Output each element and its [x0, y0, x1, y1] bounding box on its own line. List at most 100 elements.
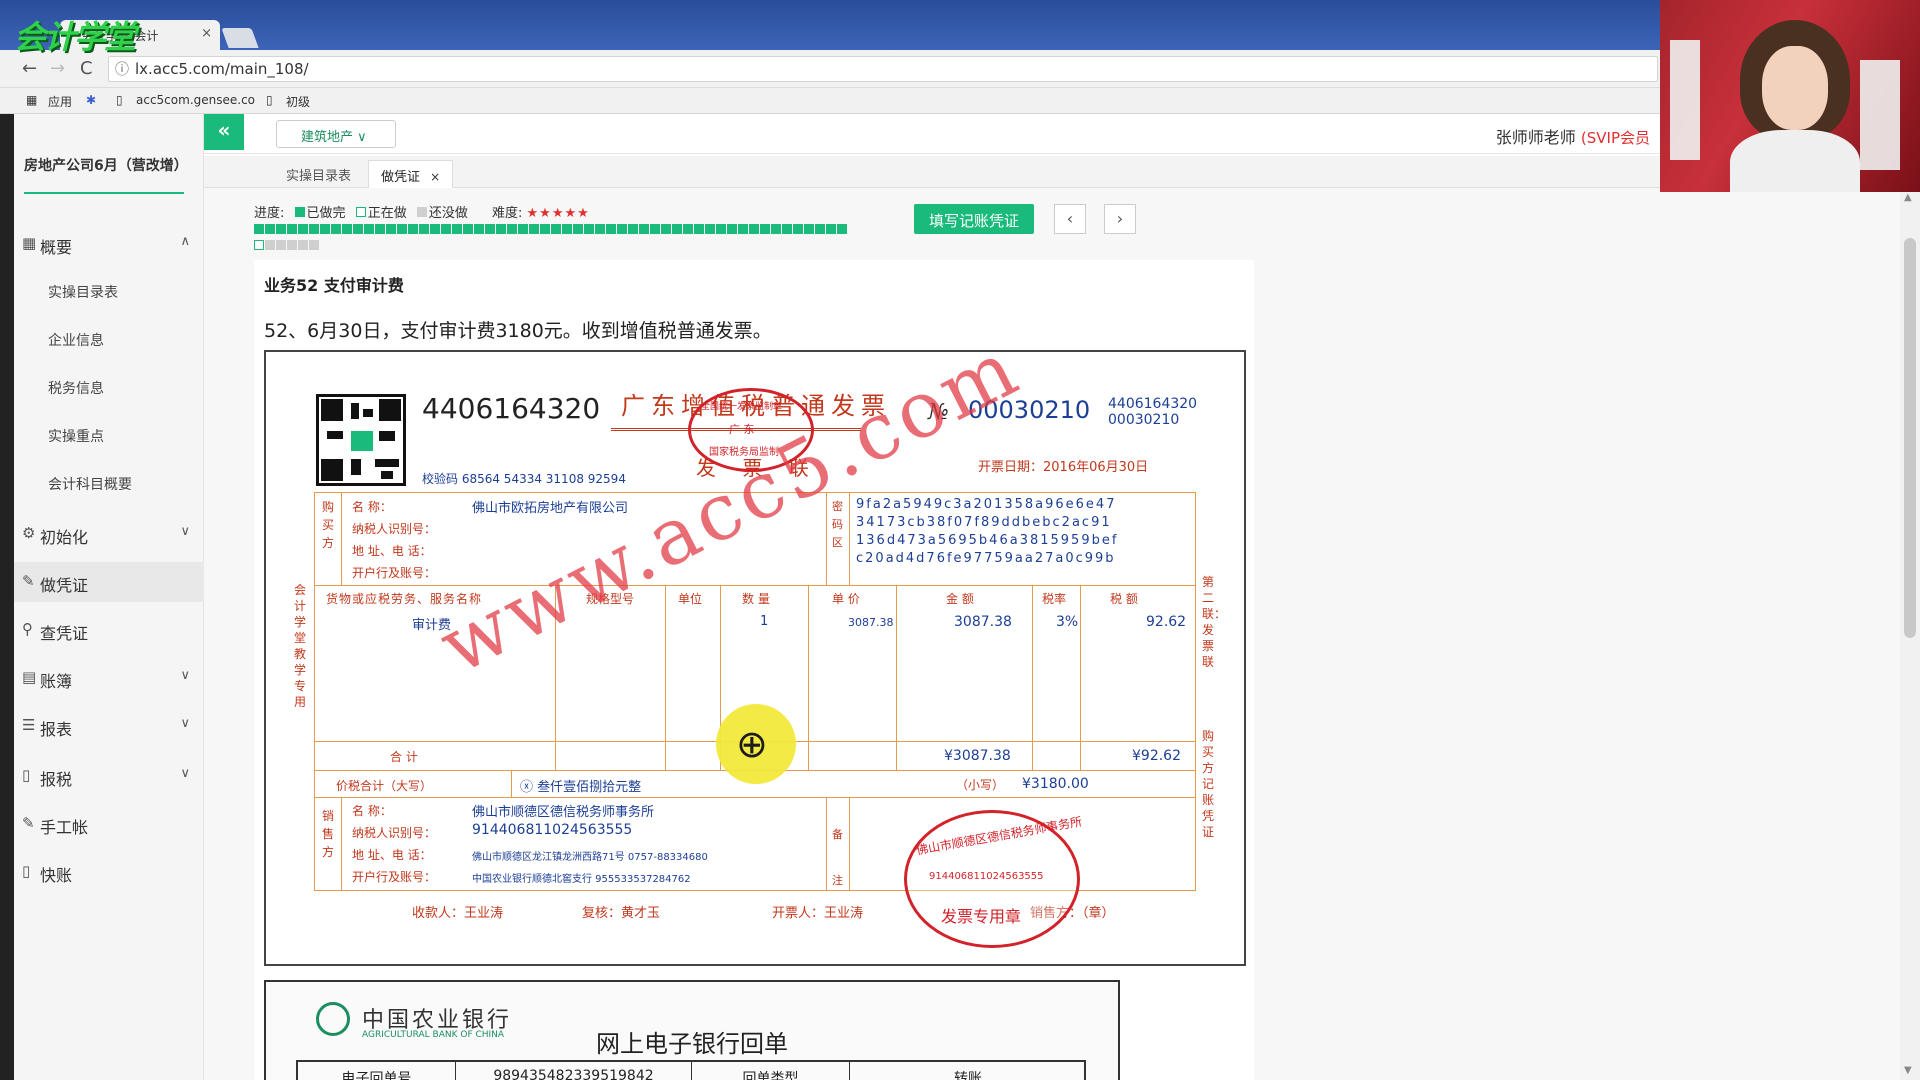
fill-voucher-button[interactable]: 填写记账凭证 [914, 204, 1034, 234]
submenu-company-info[interactable]: 企业信息 [14, 318, 204, 358]
bank-receipt-table: 电子回单号 989435482339519842 回单类型 转账 [296, 1060, 1086, 1080]
menu-item-ledger[interactable]: ▤ 账簿 ∨ [14, 658, 204, 698]
presenter [1730, 20, 1860, 192]
progress-cell [276, 224, 286, 234]
chevron-down-icon: ∨ [180, 766, 190, 781]
progress-grid [254, 224, 854, 256]
progress-cell [452, 224, 462, 234]
menu-label: 报表 [40, 720, 73, 739]
menu-item-reports[interactable]: ☰ 报表 ∨ [14, 706, 204, 746]
chevron-up-icon: ∧ [180, 234, 190, 249]
menu-item-make-voucher[interactable]: ✎ 做凭证 [14, 562, 204, 602]
scroll-down-icon[interactable]: ▼ [1904, 1065, 1912, 1076]
grid-icon: ▦ [22, 234, 37, 252]
buyer-label-name: 名 称： [352, 500, 392, 514]
menu-item-overview[interactable]: ▦ 概要 ∧ [14, 224, 204, 264]
invoice-code: 4406164320 [422, 392, 601, 425]
progress-cell [287, 240, 297, 250]
progress-cell [628, 224, 638, 234]
progress-cell [331, 224, 341, 234]
reload-icon[interactable]: C [80, 58, 93, 79]
back-icon[interactable]: ← [22, 58, 37, 79]
submenu-tax-info[interactable]: 税务信息 [14, 366, 204, 406]
collapse-sidebar-button[interactable]: « [204, 114, 244, 150]
bookmark-apps[interactable]: 应用 [48, 93, 72, 110]
bookmark-gensee[interactable]: acc5com.gensee.co [136, 93, 255, 107]
progress-cell [408, 224, 418, 234]
stamp-text: 全国统一发票监制章 [701, 402, 783, 412]
close-icon[interactable]: × [430, 170, 440, 184]
progress-cell [364, 224, 374, 234]
submenu-catalog[interactable]: 实操目录表 [14, 270, 204, 310]
bookmarks-bar: ▦ 应用 ✱ ▯ acc5com.gensee.co ▯ 初级 [0, 88, 1660, 114]
progress-cell [584, 224, 594, 234]
progress-cell [749, 224, 759, 234]
bank-receipt-image[interactable]: 中国农业银行 AGRICULTURAL BANK OF CHINA 网上电子银行… [264, 980, 1120, 1080]
menu-item-quick-books[interactable]: ▯ 快账 [14, 852, 204, 892]
prev-button[interactable]: ‹ [1054, 204, 1086, 234]
progress-cell [562, 224, 572, 234]
progress-cell [309, 224, 319, 234]
gear-icon: ⚙ [22, 524, 36, 542]
menu-item-query-voucher[interactable]: ⚲ 查凭证 [14, 610, 204, 650]
tab-make-voucher[interactable]: 做凭证 × [368, 160, 454, 188]
scrollbar[interactable]: ▲ ▼ [1900, 188, 1920, 1080]
url-input[interactable]: ⓘ lx.acc5.com/main_108/ [108, 56, 1658, 82]
company-name: 房地产公司6月（营改增） [24, 156, 188, 194]
invoice-date: 开票日期：2016年06月30日 [978, 460, 1149, 475]
info-icon[interactable]: ⓘ [115, 59, 129, 79]
progress-cell [474, 224, 484, 234]
tab-close-icon[interactable]: × [201, 26, 212, 41]
seller-name: 佛山市顺德区德信税务师事务所 [472, 805, 655, 820]
total-label: 合 计 [390, 750, 418, 764]
scroll-thumb[interactable] [1904, 238, 1916, 638]
legend-not-done: 还没做 [428, 206, 468, 221]
menu-item-manual-books[interactable]: ✎ 手工帐 [14, 804, 204, 844]
invoice-code-small: 4406164320 [1108, 396, 1198, 412]
bookmark-basic[interactable]: 初级 [286, 93, 310, 110]
paw-icon[interactable]: ✱ [86, 93, 96, 107]
task-description: 52、6月30日，支付审计费3180元。收到增值税普通发票。 [264, 320, 772, 342]
industry-select[interactable]: 建筑地产 ∨ [276, 120, 396, 148]
progress-cell [661, 224, 671, 234]
grand-total-words: ⓧ 叁仟壹佰捌拾元整 [520, 780, 642, 795]
bank-receipt-title: 网上电子银行回单 [596, 1030, 788, 1058]
progress-cell [639, 224, 649, 234]
next-button[interactable]: › [1104, 204, 1136, 234]
window-edge [0, 114, 14, 1080]
progress-cell [386, 224, 396, 234]
invoice-number-small: 00030210 [1108, 412, 1180, 428]
seller-tax-id: 914406811024563555 [472, 822, 633, 838]
menu-item-tax-filing[interactable]: ▯ 报税 ∨ [14, 756, 204, 796]
progress-cell [397, 224, 407, 234]
progress-cell [760, 224, 770, 234]
progress-cell [716, 224, 726, 234]
apps-icon[interactable]: ▦ [26, 93, 37, 107]
submenu-key-points[interactable]: 实操重点 [14, 414, 204, 454]
seller-label-address: 地 址、电 话： [352, 848, 432, 862]
zoom-button[interactable]: ⊕ [716, 704, 796, 784]
forward-icon[interactable]: → [50, 58, 65, 79]
header-amount: 金 额 [946, 592, 974, 606]
progress-cell [518, 224, 528, 234]
header-qty: 数 量 [742, 592, 770, 606]
invoice-image[interactable]: 4406164320 广东增值税普通发票 发 票 联 全国统一发票监制章 广 东… [264, 323, 1246, 966]
tab-catalog[interactable]: 实操目录表 [274, 160, 363, 188]
stamp-region: 广 东 [729, 423, 755, 436]
industry-value: 建筑地产 [301, 130, 354, 145]
submenu-accounts[interactable]: 会计科目概要 [14, 462, 204, 502]
vip-badge: (SVIP会员 [1580, 129, 1650, 147]
user-info[interactable]: 张师师老师 (SVIP会员 [1496, 124, 1650, 148]
progress-cell [815, 224, 825, 234]
new-tab-button[interactable] [221, 28, 259, 48]
progress-cell [320, 224, 330, 234]
progress-cell [254, 224, 264, 234]
header-rate: 税率 [1042, 592, 1067, 606]
done-square-icon [294, 207, 305, 217]
progress-cell [265, 240, 275, 250]
scroll-up-icon[interactable]: ▲ [1904, 192, 1912, 203]
menu-item-init[interactable]: ⚙ 初始化 ∨ [14, 514, 204, 554]
abc-logo-icon [316, 1002, 350, 1036]
progress-cell [287, 224, 297, 234]
seller-side-label: 销售方 [322, 809, 335, 859]
